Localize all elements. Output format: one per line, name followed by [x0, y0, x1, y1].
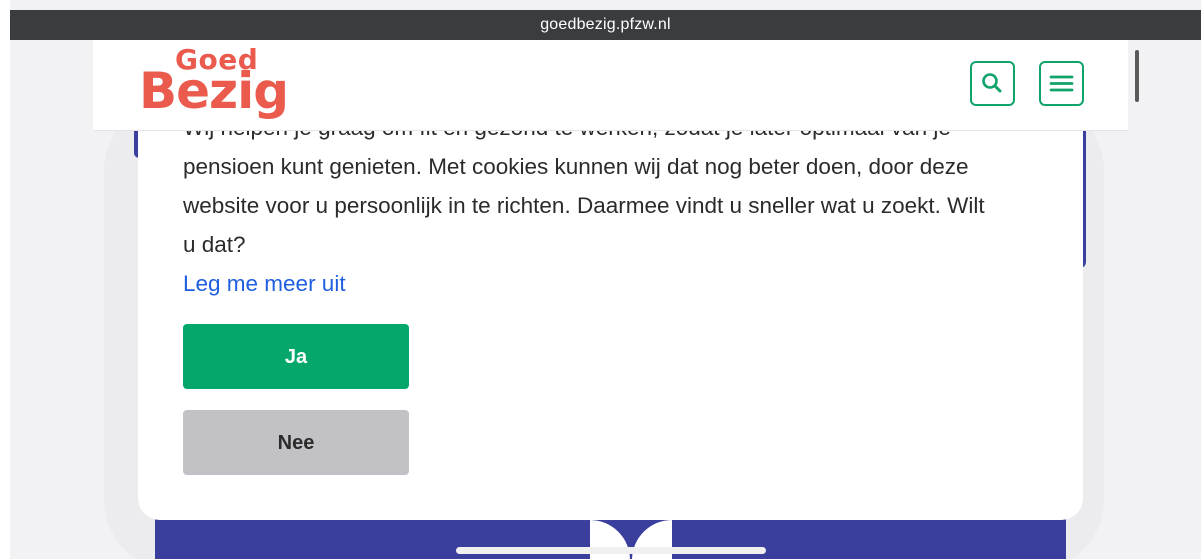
home-indicator[interactable] — [456, 547, 766, 554]
accept-cookies-button[interactable]: Ja — [183, 324, 409, 389]
left-edge — [0, 0, 10, 559]
explain-more-link[interactable]: Leg me meer uit — [183, 266, 346, 302]
cookie-dialog-text: Wij helpen je graag om fit en gezond te … — [183, 108, 1043, 264]
cookie-text-line: pensioen kunt genieten. Met cookies kunn… — [183, 154, 969, 179]
scrollbar[interactable] — [1135, 50, 1139, 102]
decline-cookies-button[interactable]: Nee — [183, 410, 409, 475]
browser-viewport: goedbezig.pfzw.nl Wij helpen je graag om… — [0, 0, 1201, 559]
hamburger-menu-icon — [1049, 75, 1074, 92]
search-icon — [982, 73, 1002, 93]
search-button[interactable] — [970, 61, 1015, 106]
logo-text-bottom: Bezig — [139, 62, 289, 120]
goedbezig-logo[interactable]: Goed Bezig — [139, 44, 289, 124]
menu-button[interactable] — [1039, 61, 1084, 106]
cookie-text-line: u dat? — [183, 232, 246, 257]
cookie-text-line: website voor u persoonlijk in te richten… — [183, 193, 985, 218]
url-bar[interactable]: goedbezig.pfzw.nl — [10, 10, 1201, 40]
